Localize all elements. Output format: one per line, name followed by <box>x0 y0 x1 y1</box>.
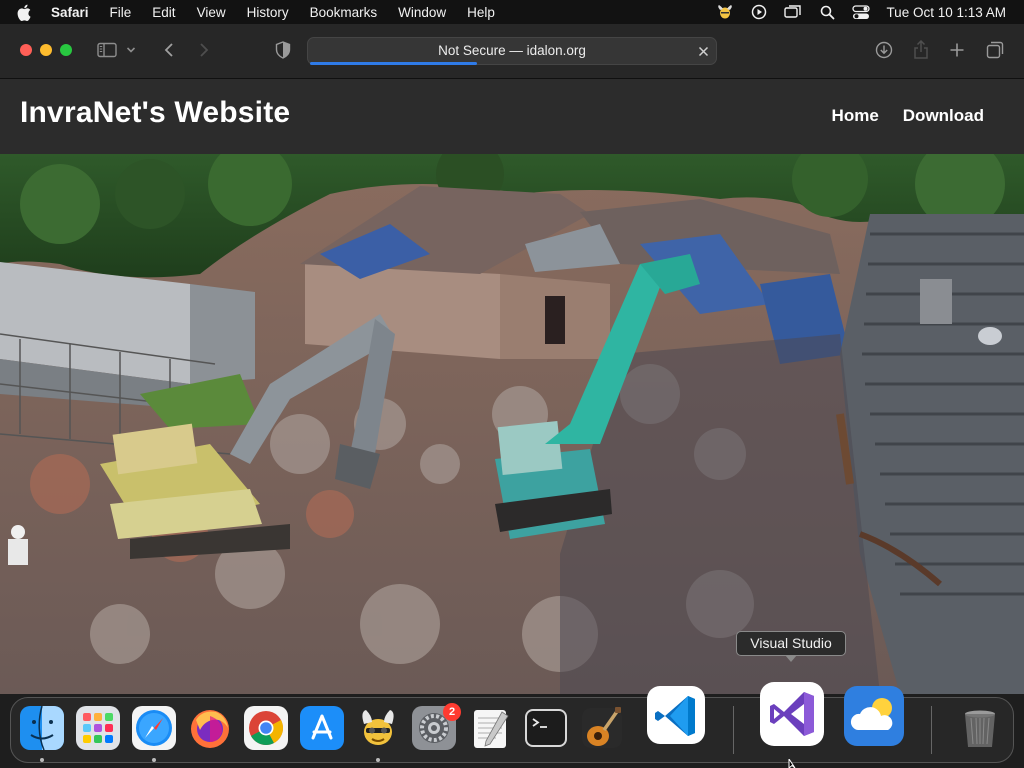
address-bar[interactable]: Not Secure — idalon.org <box>307 37 717 65</box>
play-circle-icon[interactable] <box>750 3 768 21</box>
screen-mirroring-icon[interactable] <box>784 3 802 21</box>
dock-vscode-icon[interactable] <box>647 686 705 744</box>
dock-cyberduck-icon[interactable] <box>356 706 400 750</box>
window-minimize-button[interactable] <box>40 44 52 56</box>
dock-safari-icon[interactable] <box>132 706 176 750</box>
nav-download-link[interactable]: Download <box>903 106 984 126</box>
window-zoom-button[interactable] <box>60 44 72 56</box>
site-nav: Home Download <box>832 106 984 126</box>
cyberduck-status-icon[interactable] <box>716 3 734 21</box>
spotlight-search-icon[interactable] <box>818 3 836 21</box>
dock-textedit-icon[interactable] <box>468 706 512 750</box>
stop-loading-icon[interactable] <box>694 42 712 60</box>
downloads-icon[interactable] <box>873 39 895 61</box>
menu-edit[interactable]: Edit <box>152 5 175 20</box>
site-header: InvraNet's Website Home Download <box>0 79 1024 154</box>
dock-visual-studio-icon[interactable] <box>760 682 824 746</box>
menu-bookmarks[interactable]: Bookmarks <box>310 5 378 20</box>
back-arrow-icon[interactable] <box>158 39 180 61</box>
browser-toolbar: Not Secure — idalon.org <box>0 24 1024 79</box>
dock-firefox-icon[interactable] <box>188 706 232 750</box>
finder-running-dot <box>40 758 44 762</box>
chevron-down-icon[interactable] <box>124 39 138 61</box>
menu-clock[interactable]: Tue Oct 10 1:13 AM <box>886 5 1006 20</box>
forward-arrow-icon[interactable] <box>193 39 215 61</box>
dock-terminal-icon[interactable] <box>524 706 568 750</box>
dock-finder-icon[interactable] <box>20 706 64 750</box>
control-center-icon[interactable] <box>852 3 871 21</box>
dock-chrome-icon[interactable] <box>244 706 288 750</box>
share-icon[interactable] <box>910 39 932 61</box>
apple-icon[interactable] <box>17 4 35 21</box>
tab-overview-icon[interactable] <box>984 39 1006 61</box>
safari-running-dot <box>152 758 156 762</box>
address-text: Not Secure — idalon.org <box>438 43 586 58</box>
nav-home-link[interactable]: Home <box>832 106 879 126</box>
menu-bar: Safari File Edit View History Bookmarks … <box>0 0 1024 24</box>
new-tab-plus-icon[interactable] <box>946 39 968 61</box>
menu-history[interactable]: History <box>247 5 289 20</box>
menu-help[interactable]: Help <box>467 5 495 20</box>
settings-notification-badge: 2 <box>443 703 461 721</box>
dock-trash-icon[interactable] <box>958 706 1002 750</box>
dock-launchpad-icon[interactable] <box>76 706 120 750</box>
menu-app-safari[interactable]: Safari <box>51 5 89 20</box>
page-load-progress <box>310 62 478 65</box>
menu-file[interactable]: File <box>110 5 132 20</box>
dock-separator <box>733 706 734 754</box>
menu-view[interactable]: View <box>197 5 226 20</box>
cyberduck-running-dot <box>376 758 380 762</box>
privacy-shield-icon[interactable] <box>272 39 294 61</box>
window-close-button[interactable] <box>20 44 32 56</box>
mouse-cursor-icon <box>788 759 796 768</box>
dock-tooltip: Visual Studio <box>736 631 846 662</box>
menu-window[interactable]: Window <box>398 5 446 20</box>
dock-separator-trash <box>931 706 932 754</box>
dock-weather-icon[interactable] <box>844 686 904 746</box>
hero-image <box>0 154 1024 694</box>
site-title[interactable]: InvraNet's Website <box>20 96 290 130</box>
dock-garageband-icon[interactable] <box>580 706 624 750</box>
dock-app-store-icon[interactable] <box>300 706 344 750</box>
dock: 2 <box>10 682 1014 763</box>
sidebar-toggle-icon[interactable] <box>96 39 118 61</box>
